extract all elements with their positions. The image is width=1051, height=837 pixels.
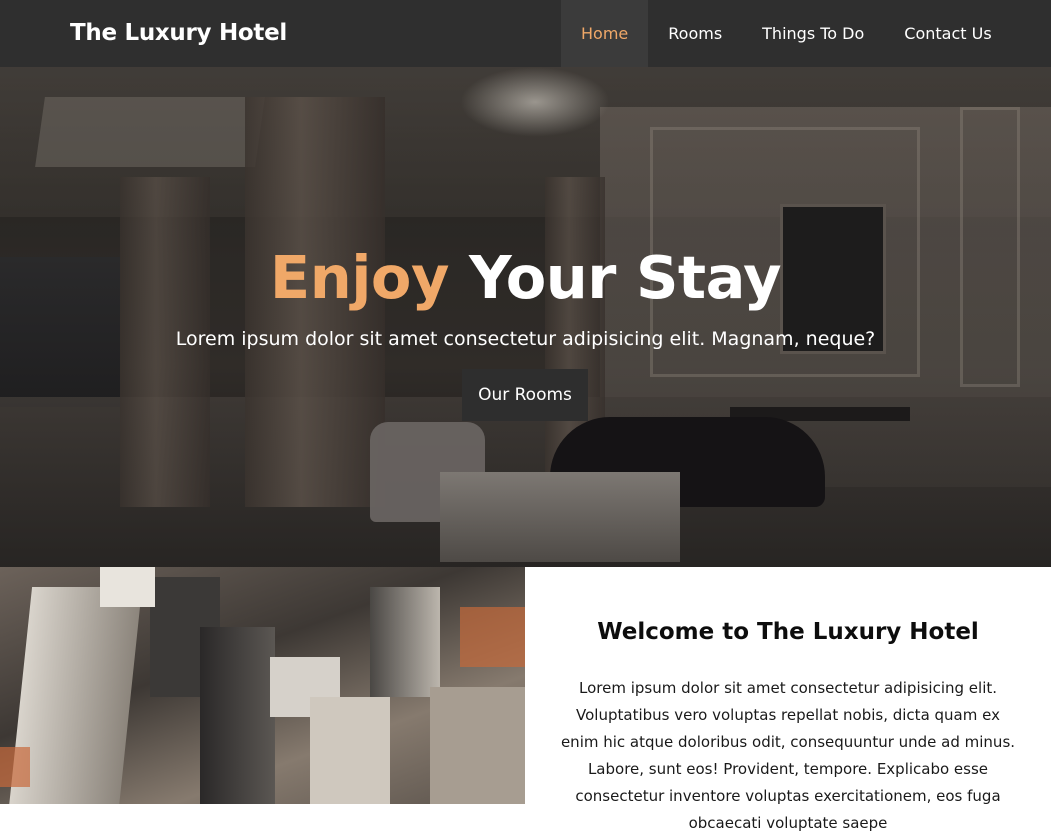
hero-bg-chandelier bbox=[460, 67, 610, 137]
image-building bbox=[200, 627, 275, 804]
image-roof bbox=[460, 607, 525, 667]
image-building bbox=[370, 587, 440, 697]
nav-item-home[interactable]: Home bbox=[561, 0, 649, 67]
welcome-text: Lorem ipsum dolor sit amet consectetur a… bbox=[560, 679, 1016, 832]
hero-title-rest: Your Stay bbox=[448, 243, 782, 312]
image-building bbox=[310, 697, 390, 804]
nav-item-things-to-do[interactable]: Things To Do bbox=[742, 0, 884, 67]
image-building bbox=[100, 567, 155, 607]
welcome-title: Welcome to The Luxury Hotel bbox=[597, 619, 979, 645]
image-roof bbox=[0, 747, 30, 787]
brand-logo[interactable]: The Luxury Hotel bbox=[70, 0, 287, 67]
nav-item-contact-us[interactable]: Contact Us bbox=[884, 0, 1011, 67]
city-aerial-image bbox=[0, 567, 525, 804]
hero-bg-coffee-table bbox=[440, 472, 680, 562]
nav-menu: Home Rooms Things To Do Contact Us bbox=[561, 0, 1012, 67]
hero-bg-recess bbox=[35, 97, 265, 167]
hero-title: Enjoy Your Stay bbox=[0, 243, 1051, 312]
hero-title-accent: Enjoy bbox=[269, 243, 450, 312]
our-rooms-button[interactable]: Our Rooms bbox=[462, 369, 588, 421]
top-navbar: The Luxury Hotel Home Rooms Things To Do… bbox=[0, 0, 1051, 67]
image-building bbox=[430, 687, 525, 804]
hero-subtitle: Lorem ipsum dolor sit amet consectetur a… bbox=[175, 328, 876, 350]
welcome-section: Welcome to The Luxury Hotel Lorem ipsum … bbox=[525, 567, 1051, 832]
hero-section: Enjoy Your Stay Lorem ipsum dolor sit am… bbox=[0, 67, 1051, 567]
nav-item-rooms[interactable]: Rooms bbox=[648, 0, 742, 67]
